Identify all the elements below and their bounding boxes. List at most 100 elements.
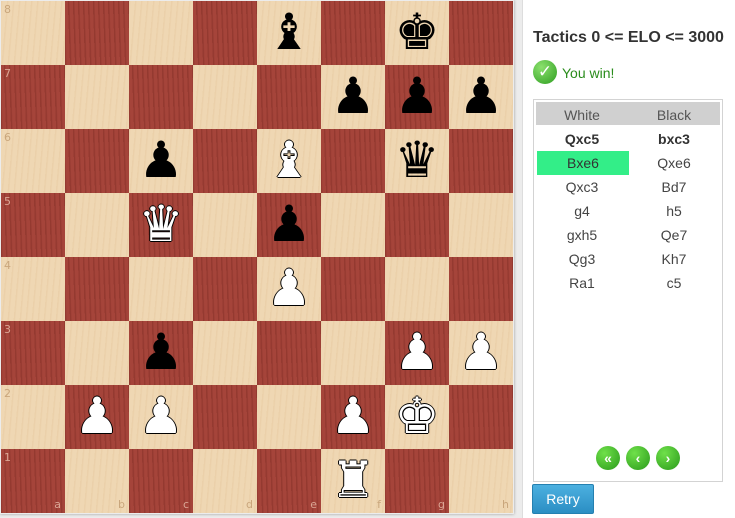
white-pawn-icon[interactable]: ♟	[257, 257, 321, 321]
black-pawn-icon[interactable]: ♟	[129, 129, 193, 193]
square-h8[interactable]	[449, 1, 513, 65]
white-queen-icon[interactable]: ♛	[129, 193, 193, 257]
square-d3[interactable]	[193, 321, 257, 385]
square-c4[interactable]	[129, 257, 193, 321]
square-d1[interactable]: d	[193, 449, 257, 513]
square-h6[interactable]	[449, 129, 513, 193]
square-h4[interactable]	[449, 257, 513, 321]
double-chevron-left-icon[interactable]: «	[596, 446, 620, 470]
black-pawn-icon[interactable]: ♟	[129, 321, 193, 385]
square-b6[interactable]	[65, 129, 129, 193]
square-f7[interactable]: ♟	[321, 65, 385, 129]
square-c7[interactable]	[129, 65, 193, 129]
square-h2[interactable]	[449, 385, 513, 449]
square-h3[interactable]: ♟	[449, 321, 513, 385]
move-white[interactable]: Bxe6	[537, 151, 629, 175]
square-f8[interactable]	[321, 1, 385, 65]
square-b5[interactable]	[65, 193, 129, 257]
square-d5[interactable]	[193, 193, 257, 257]
square-b1[interactable]: b	[65, 449, 129, 513]
square-e1[interactable]: e	[257, 449, 321, 513]
white-bishop-icon[interactable]: ♝	[257, 129, 321, 193]
square-a1[interactable]: 1a	[1, 449, 65, 513]
square-b4[interactable]	[65, 257, 129, 321]
square-b3[interactable]	[65, 321, 129, 385]
square-a3[interactable]: 3	[1, 321, 65, 385]
square-d7[interactable]	[193, 65, 257, 129]
square-c5[interactable]: ♛	[129, 193, 193, 257]
square-a4[interactable]: 4	[1, 257, 65, 321]
square-f4[interactable]	[321, 257, 385, 321]
move-white[interactable]: Qxc5	[536, 127, 628, 151]
square-a2[interactable]: 2	[1, 385, 65, 449]
move-white[interactable]: Qg3	[536, 247, 628, 271]
square-b7[interactable]	[65, 65, 129, 129]
white-king-icon[interactable]: ♚	[385, 385, 449, 449]
move-black[interactable]: Kh7	[628, 247, 720, 271]
black-pawn-icon[interactable]: ♟	[449, 65, 513, 129]
square-e6[interactable]: ♝	[257, 129, 321, 193]
square-g5[interactable]	[385, 193, 449, 257]
square-d8[interactable]	[193, 1, 257, 65]
chess-board[interactable]: 8 ♝ ♚ 7 ♟ ♟ ♟ 6 ♟ ♝ ♛ 5 ♛ ♟ 4 ♟ 3 ♟ ♟ ♟ 2 ♟ ♟ ♟ ♚ 1 a b c d e f ♜ g h	[1, 1, 513, 513]
square-f6[interactable]	[321, 129, 385, 193]
white-pawn-icon[interactable]: ♟	[385, 321, 449, 385]
square-a6[interactable]: 6	[1, 129, 65, 193]
square-h5[interactable]	[449, 193, 513, 257]
square-f2[interactable]: ♟	[321, 385, 385, 449]
move-black[interactable]: bxc3	[628, 127, 720, 151]
square-e4[interactable]: ♟	[257, 257, 321, 321]
move-white[interactable]: Ra1	[536, 271, 628, 295]
square-c8[interactable]	[129, 1, 193, 65]
move-black[interactable]: Qe7	[628, 223, 720, 247]
square-c1[interactable]: c	[129, 449, 193, 513]
white-pawn-icon[interactable]: ♟	[449, 321, 513, 385]
move-black[interactable]: Qxe6	[628, 151, 720, 175]
square-f1[interactable]: f ♜	[321, 449, 385, 513]
white-rook-icon[interactable]: ♜	[321, 449, 385, 513]
white-pawn-icon[interactable]: ♟	[129, 385, 193, 449]
square-e2[interactable]	[257, 385, 321, 449]
black-bishop-icon[interactable]: ♝	[257, 1, 321, 65]
move-white[interactable]: g4	[536, 199, 628, 223]
square-c6[interactable]: ♟	[129, 129, 193, 193]
square-d4[interactable]	[193, 257, 257, 321]
black-pawn-icon[interactable]: ♟	[321, 65, 385, 129]
square-g7[interactable]: ♟	[385, 65, 449, 129]
chevron-left-icon[interactable]: ‹	[626, 446, 650, 470]
square-g8[interactable]: ♚	[385, 1, 449, 65]
square-g2[interactable]: ♚	[385, 385, 449, 449]
move-black[interactable]: h5	[628, 199, 720, 223]
square-h1[interactable]: h	[449, 449, 513, 513]
square-b8[interactable]	[65, 1, 129, 65]
square-e3[interactable]	[257, 321, 321, 385]
square-f5[interactable]	[321, 193, 385, 257]
square-g1[interactable]: g	[385, 449, 449, 513]
white-pawn-icon[interactable]: ♟	[65, 385, 129, 449]
move-black[interactable]: Bd7	[628, 175, 720, 199]
square-e5[interactable]: ♟	[257, 193, 321, 257]
square-e8[interactable]: ♝	[257, 1, 321, 65]
square-a8[interactable]: 8	[1, 1, 65, 65]
square-a7[interactable]: 7	[1, 65, 65, 129]
chevron-right-icon[interactable]: ›	[656, 446, 680, 470]
black-pawn-icon[interactable]: ♟	[385, 65, 449, 129]
black-king-icon[interactable]: ♚	[385, 1, 449, 65]
square-d6[interactable]	[193, 129, 257, 193]
black-pawn-icon[interactable]: ♟	[257, 193, 321, 257]
move-white[interactable]: Qxc3	[536, 175, 628, 199]
move-white[interactable]: gxh5	[536, 223, 628, 247]
retry-button[interactable]: Retry	[532, 484, 594, 514]
square-f3[interactable]	[321, 321, 385, 385]
move-black[interactable]: c5	[628, 271, 720, 295]
black-queen-icon[interactable]: ♛	[385, 129, 449, 193]
square-g4[interactable]	[385, 257, 449, 321]
white-pawn-icon[interactable]: ♟	[321, 385, 385, 449]
square-h7[interactable]: ♟	[449, 65, 513, 129]
square-a5[interactable]: 5	[1, 193, 65, 257]
square-e7[interactable]	[257, 65, 321, 129]
square-g3[interactable]: ♟	[385, 321, 449, 385]
square-g6[interactable]: ♛	[385, 129, 449, 193]
square-c2[interactable]: ♟	[129, 385, 193, 449]
square-b2[interactable]: ♟	[65, 385, 129, 449]
